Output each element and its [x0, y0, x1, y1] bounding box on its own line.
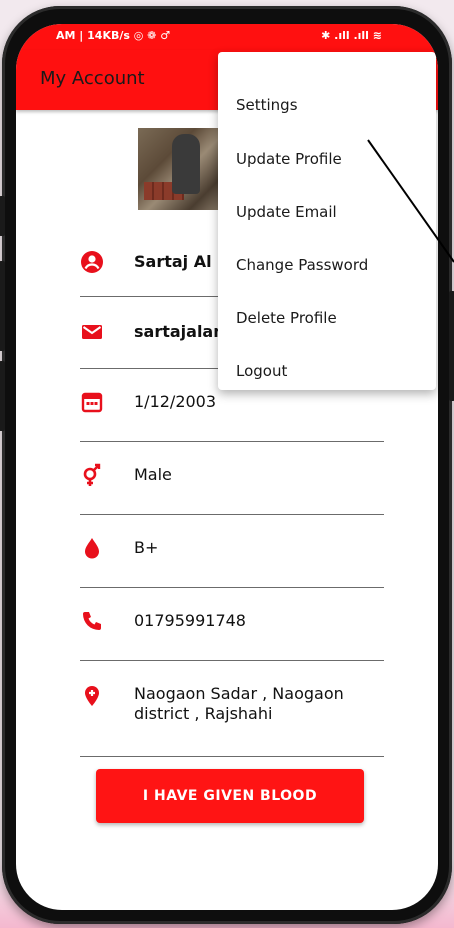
calendar-icon	[81, 392, 103, 413]
page-title: My Account	[40, 68, 145, 89]
avatar[interactable]	[138, 128, 222, 210]
blood-row: B+	[80, 514, 384, 588]
gender-row: Male	[80, 441, 384, 515]
app-screen: AM | 14KB/s ◎ ❁ ♂ ✱ .ıll .ıll ≋ My Accou…	[16, 24, 438, 910]
email-value: sartajalan	[134, 322, 225, 341]
status-bar: AM | 14KB/s ◎ ❁ ♂ ✱ .ıll .ıll ≋	[16, 24, 438, 50]
status-left: AM | 14KB/s ◎ ❁ ♂	[56, 29, 171, 42]
address-row: Naogaon Sadar , Naogaon district , Rajsh…	[80, 660, 384, 757]
side-button	[0, 196, 5, 236]
given-blood-button[interactable]: I HAVE GIVEN BLOOD	[96, 769, 364, 823]
menu-item-change-password[interactable]: Change Password	[236, 256, 368, 274]
menu-item-logout[interactable]: Logout	[236, 362, 287, 380]
menu-item-settings[interactable]: Settings	[236, 96, 298, 114]
gender-icon	[83, 463, 101, 486]
blood-value: B+	[134, 538, 159, 557]
phone-frame: AM | 14KB/s ◎ ❁ ♂ ✱ .ıll .ıll ≋ My Accou…	[0, 6, 454, 924]
location-icon	[85, 686, 99, 706]
side-button	[0, 361, 5, 431]
phone-value: 01795991748	[134, 611, 246, 630]
dob-value: 1/12/2003	[134, 392, 217, 411]
menu-item-delete-profile[interactable]: Delete Profile	[236, 309, 337, 327]
power-button	[449, 291, 454, 401]
status-right: ✱ .ıll .ıll ≋	[321, 29, 382, 42]
person-icon	[81, 251, 103, 273]
side-button	[0, 261, 5, 351]
overflow-menu: Settings Update Profile Update Email Cha…	[218, 52, 436, 390]
menu-item-update-email[interactable]: Update Email	[236, 203, 337, 221]
avatar-person	[172, 134, 200, 194]
phone-row: 01795991748	[80, 587, 384, 661]
mail-icon	[82, 325, 102, 339]
gender-value: Male	[134, 465, 172, 484]
name-value: Sartaj Al	[134, 252, 212, 271]
blood-drop-icon	[85, 538, 99, 559]
phone-icon	[83, 612, 101, 630]
menu-item-update-profile[interactable]: Update Profile	[236, 150, 342, 168]
address-value: Naogaon Sadar , Naogaon district , Rajsh…	[134, 684, 344, 723]
